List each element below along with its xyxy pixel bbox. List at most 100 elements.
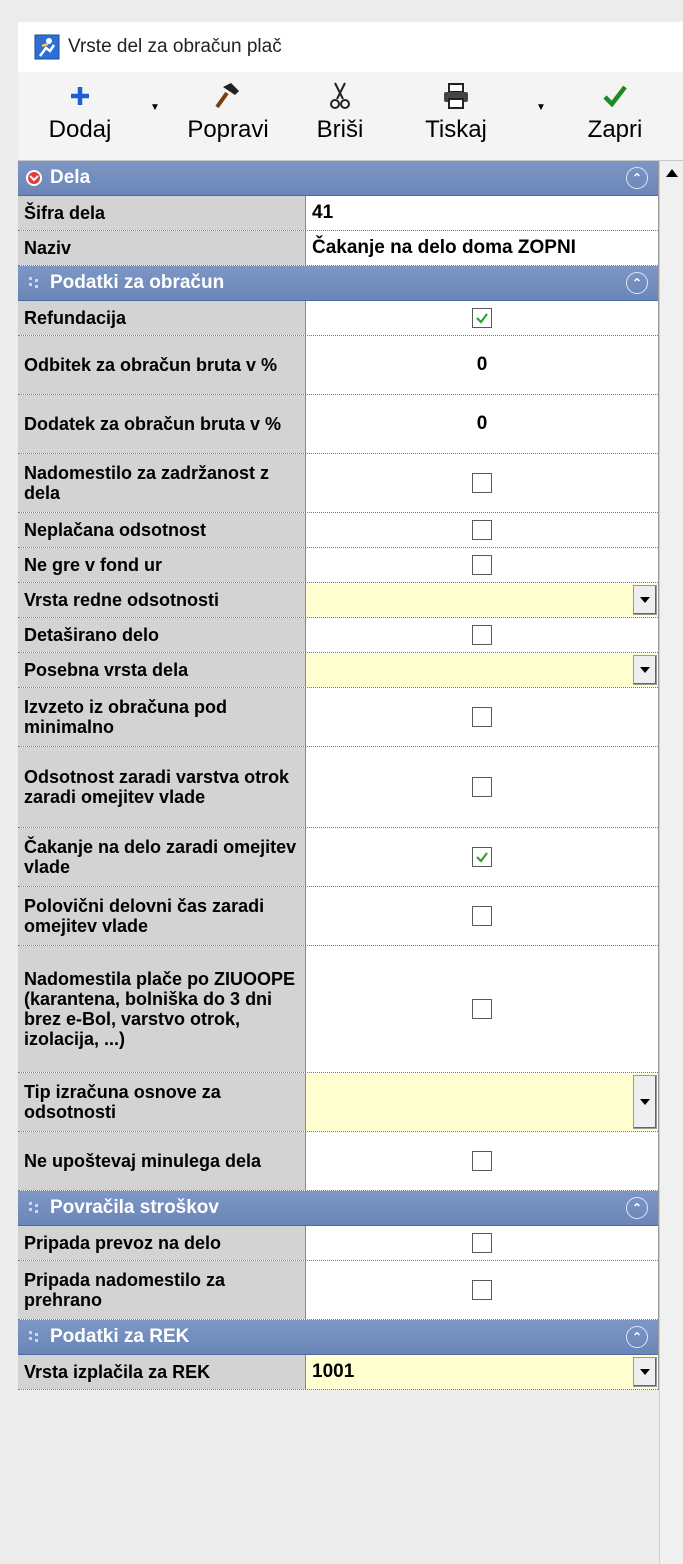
value-cell (306, 548, 658, 582)
add-button[interactable]: Dodaj (20, 78, 140, 156)
hammer-icon (168, 78, 288, 114)
row-label: Ne upoštevaj minulega dela (18, 1132, 306, 1190)
value-cell (306, 301, 658, 335)
delete-button[interactable]: Briši (302, 78, 378, 156)
row-label: Vrsta izplačila za REK (18, 1355, 306, 1389)
row-label: Vrsta redne odsotnosti (18, 583, 306, 617)
polovicni-checkbox[interactable] (472, 906, 492, 926)
row-label: Detaširano delo (18, 618, 306, 652)
row-polovicni[interactable]: Polovični delovni čas zaradi omejitev vl… (18, 887, 658, 946)
odbitek-value[interactable]: 0 (306, 336, 658, 394)
vrsta-rek-dropdown[interactable]: 1001 (306, 1355, 658, 1389)
dropdown-arrow-icon[interactable] (633, 1357, 657, 1387)
row-label: Čakanje na delo zaradi omejitev vlade (18, 828, 306, 886)
row-odsotnost-varstva[interactable]: Odsotnost zaradi varstva otrok zaradi om… (18, 747, 658, 828)
value-cell (306, 946, 658, 1072)
scissors-icon (302, 78, 378, 114)
posebna-vrsta-dropdown[interactable] (306, 653, 658, 687)
nadomestilo-zadrzanost-checkbox[interactable] (472, 473, 492, 493)
sifra-value[interactable]: 41 (306, 196, 658, 230)
row-label: Odsotnost zaradi varstva otrok zaradi om… (18, 747, 306, 827)
minulo-delo-checkbox[interactable] (472, 1151, 492, 1171)
add-button-label: Dodaj (48, 116, 112, 143)
vrsta-rek-value: 1001 (312, 1361, 355, 1382)
tip-izracuna-dropdown[interactable] (306, 1073, 658, 1131)
row-detasirano[interactable]: Detaširano delo (18, 618, 658, 653)
category-grip-icon (24, 1327, 44, 1347)
value-cell (306, 454, 658, 512)
row-label: Posebna vrsta dela (18, 653, 306, 687)
category-dela-label: Dela (50, 167, 91, 188)
row-tip-izracuna[interactable]: Tip izračuna osnove za odsotnosti (18, 1073, 658, 1132)
app-icon (34, 34, 60, 60)
vertical-scrollbar[interactable] (659, 161, 683, 1564)
neplacana-checkbox[interactable] (472, 520, 492, 540)
category-povracila-label: Povračila stroškov (50, 1197, 219, 1218)
dropdown-arrow-icon[interactable] (633, 1075, 657, 1129)
row-label: Naziv (18, 231, 306, 265)
close-button-label: Zapri (587, 116, 643, 143)
collapse-icon[interactable]: ⌃ (626, 272, 648, 294)
close-button[interactable]: Zapri (566, 78, 664, 156)
category-rek[interactable]: Podatki za REK ⌃ (18, 1320, 658, 1355)
edit-button-label: Popravi (187, 116, 269, 143)
refundacija-checkbox[interactable] (472, 308, 492, 328)
value-cell (306, 747, 658, 827)
property-grid: Dela ⌃ Šifra dela 41 Naziv Čakanje na de… (18, 161, 659, 1390)
category-podatki-obracun[interactable]: Podatki za obračun ⌃ (18, 266, 658, 301)
row-izvzeto[interactable]: Izvzeto iz obračuna pod minimalno (18, 688, 658, 747)
row-odbitek[interactable]: Odbitek za obračun bruta v % 0 (18, 336, 658, 395)
cakanje-checkbox[interactable] (472, 847, 492, 867)
row-neplacana[interactable]: Neplačana odsotnost (18, 513, 658, 548)
edit-button[interactable]: Popravi (168, 78, 288, 156)
print-dropdown-arrow[interactable]: ▼ (536, 102, 546, 113)
row-ne-gre-fond[interactable]: Ne gre v fond ur (18, 548, 658, 583)
collapse-icon[interactable]: ⌃ (626, 1197, 648, 1219)
row-label: Izvzeto iz obračuna pod minimalno (18, 688, 306, 746)
checkmark-icon (476, 852, 488, 863)
nadomestila-ziuoope-checkbox[interactable] (472, 999, 492, 1019)
odsotnost-varstva-checkbox[interactable] (472, 777, 492, 797)
row-label: Pripada nadomestilo za prehrano (18, 1261, 306, 1319)
row-nadomestilo-zadrzanost[interactable]: Nadomestilo za zadržanost z dela (18, 454, 658, 513)
row-dodatek[interactable]: Dodatek za obračun bruta v % 0 (18, 395, 658, 454)
category-povracila[interactable]: Povračila stroškov ⌃ (18, 1191, 658, 1226)
row-prevoz[interactable]: Pripada prevoz na delo (18, 1226, 658, 1261)
vrsta-redne-dropdown[interactable] (306, 583, 658, 617)
row-nadomestila-ziuoope[interactable]: Nadomestila plače po ZIUOOPE (karantena,… (18, 946, 658, 1073)
row-vrsta-rek[interactable]: Vrsta izplačila za REK 1001 (18, 1355, 658, 1390)
detasirano-checkbox[interactable] (472, 625, 492, 645)
prevoz-checkbox[interactable] (472, 1233, 492, 1253)
row-refundacija[interactable]: Refundacija (18, 301, 658, 336)
izvzeto-checkbox[interactable] (472, 707, 492, 727)
collapse-icon[interactable]: ⌃ (626, 1326, 648, 1348)
add-dropdown-arrow[interactable]: ▼ (150, 102, 160, 113)
category-dela[interactable]: Dela ⌃ (18, 161, 658, 196)
category-expand-icon (24, 168, 44, 188)
prehrana-checkbox[interactable] (472, 1280, 492, 1300)
row-prehrana[interactable]: Pripada nadomestilo za prehrano (18, 1261, 658, 1320)
row-label: Šifra dela (18, 196, 306, 230)
ne-gre-fond-checkbox[interactable] (472, 555, 492, 575)
row-label: Nadomestila plače po ZIUOOPE (karantena,… (18, 946, 306, 1072)
dropdown-arrow-icon[interactable] (633, 585, 657, 615)
row-sifra[interactable]: Šifra dela 41 (18, 196, 658, 231)
row-label: Odbitek za obračun bruta v % (18, 336, 306, 394)
row-label: Nadomestilo za zadržanost z dela (18, 454, 306, 512)
collapse-icon[interactable]: ⌃ (626, 167, 648, 189)
print-button-label: Tiskaj (425, 116, 487, 143)
row-cakanje[interactable]: Čakanje na delo zaradi omejitev vlade (18, 828, 658, 887)
category-grip-icon (24, 1198, 44, 1218)
row-naziv[interactable]: Naziv Čakanje na delo doma ZOPNI (18, 231, 658, 266)
row-vrsta-redne[interactable]: Vrsta redne odsotnosti (18, 583, 658, 618)
dodatek-value[interactable]: 0 (306, 395, 658, 453)
value-cell (306, 828, 658, 886)
row-label: Ne gre v fond ur (18, 548, 306, 582)
category-rek-label: Podatki za REK (50, 1326, 190, 1347)
print-button[interactable]: Tiskaj (404, 78, 508, 156)
dropdown-arrow-icon[interactable] (633, 655, 657, 685)
row-posebna-vrsta[interactable]: Posebna vrsta dela (18, 653, 658, 688)
row-minulo-delo[interactable]: Ne upoštevaj minulega dela (18, 1132, 658, 1191)
naziv-value[interactable]: Čakanje na delo doma ZOPNI (306, 231, 658, 265)
scroll-up-arrow-icon[interactable] (660, 161, 683, 185)
